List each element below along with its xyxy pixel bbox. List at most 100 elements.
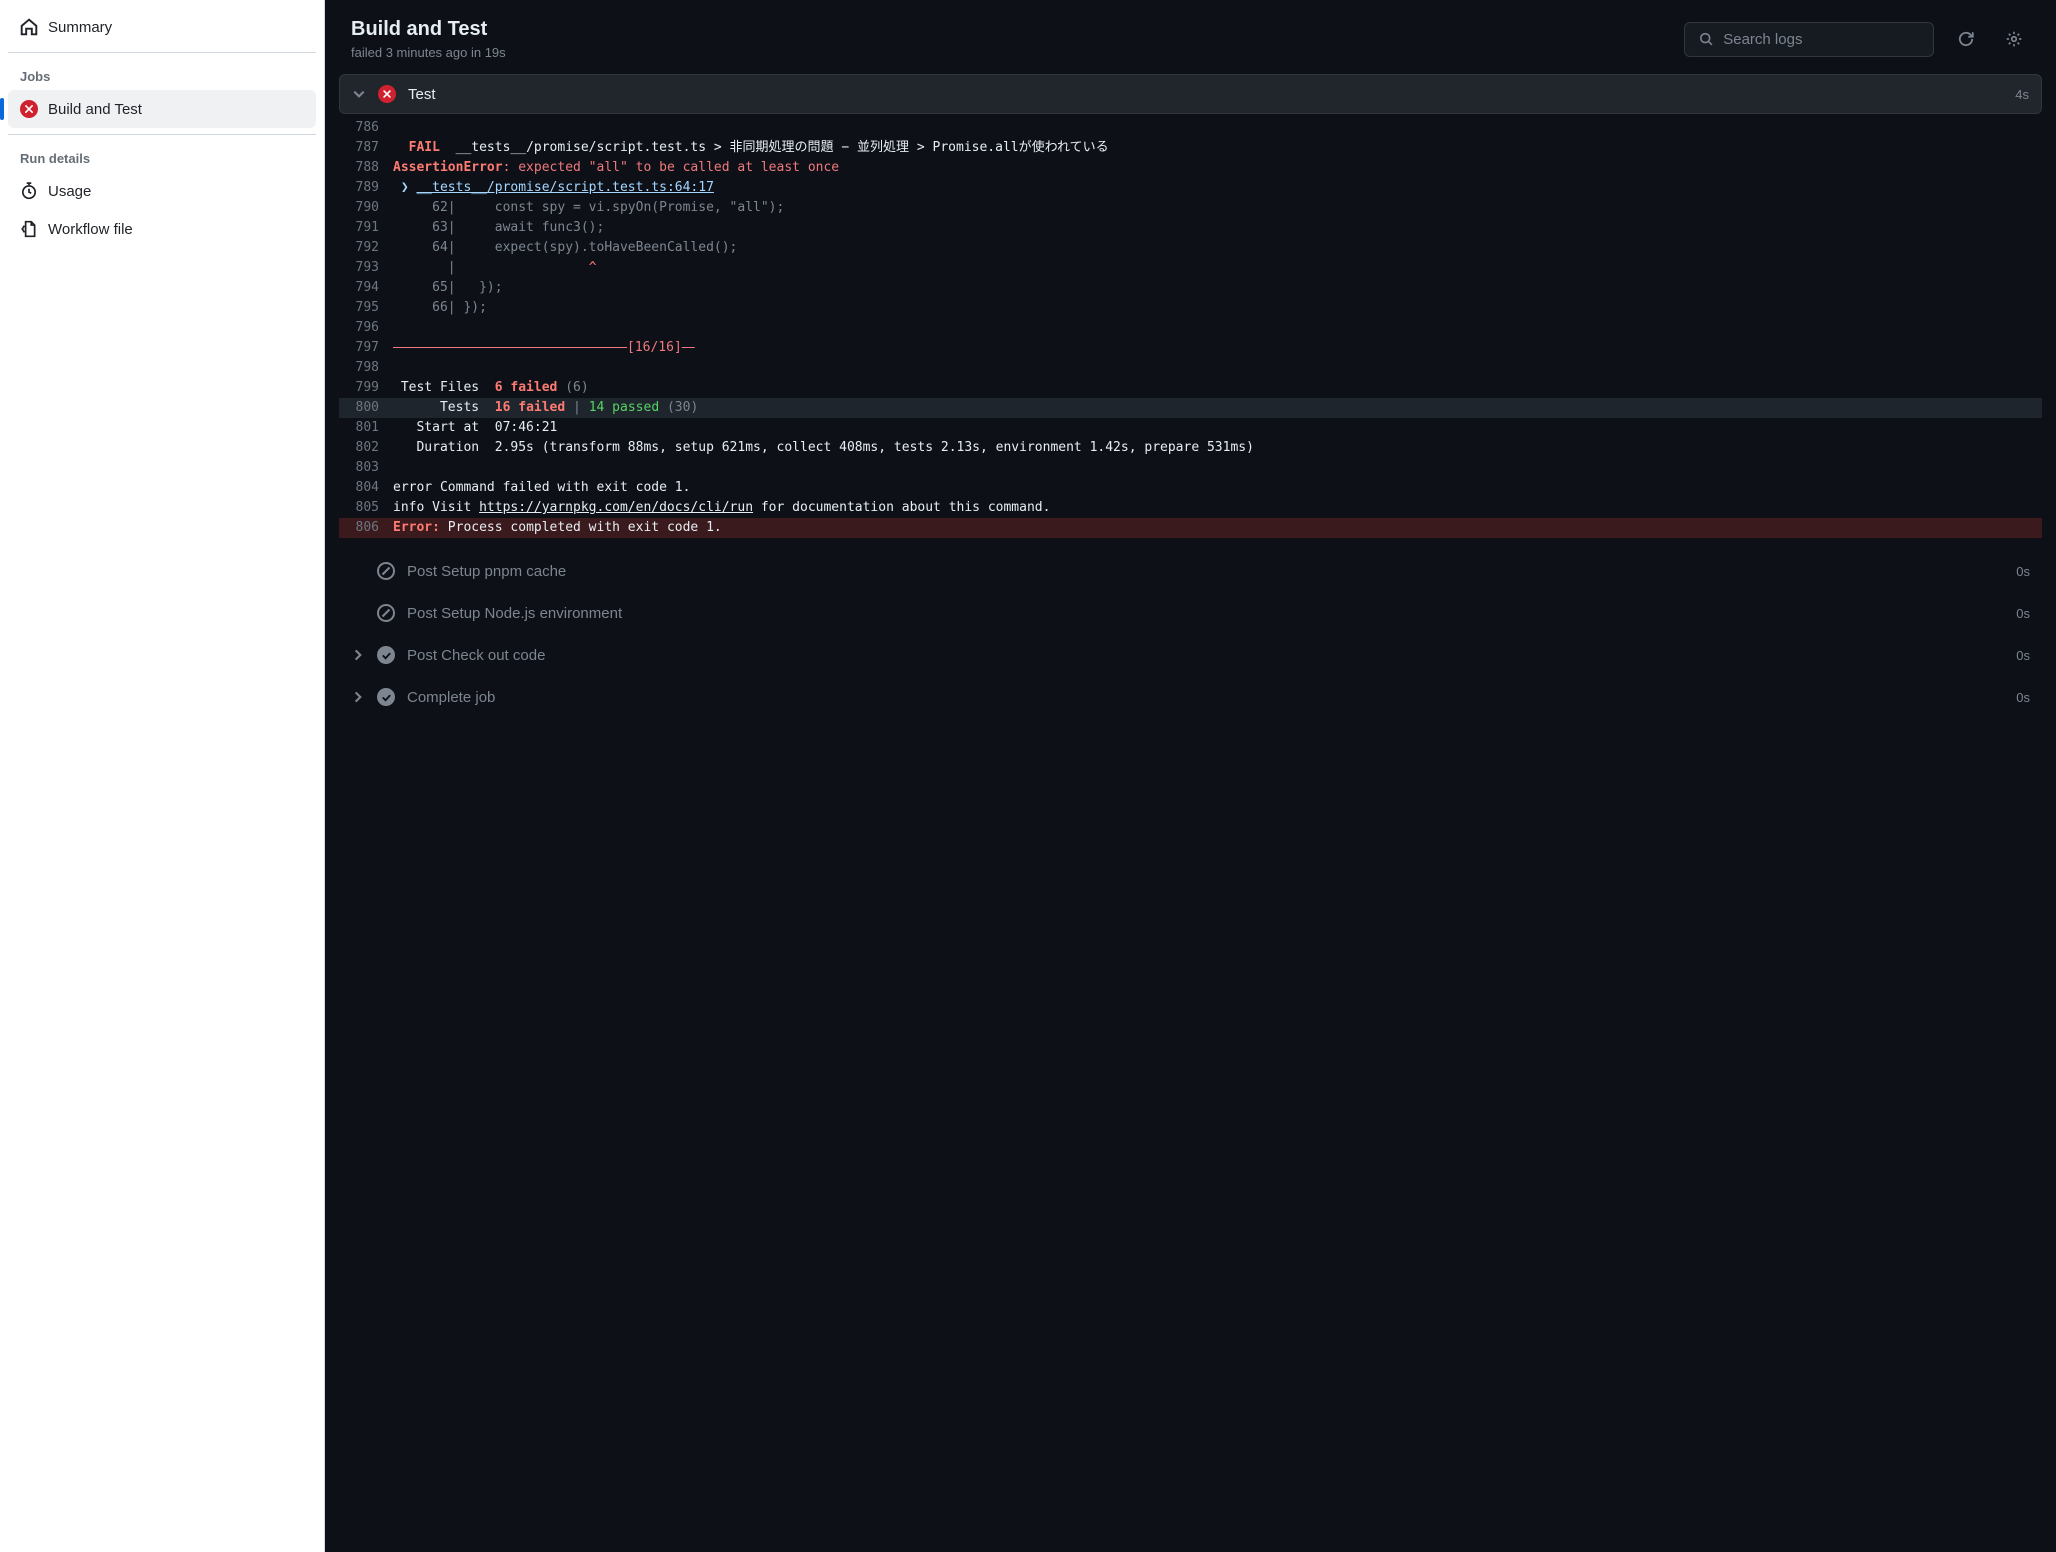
step-collapsed: Post Setup Node.js environment0s (339, 594, 2042, 632)
log-lines[interactable]: 786787 FAIL __tests__/promise/script.tes… (339, 114, 2042, 548)
log-content: FAIL __tests__/promise/script.test.ts > … (393, 138, 2042, 158)
log-content: 66| }); (393, 298, 2042, 318)
log-lineno: 790 (339, 198, 393, 218)
log-line[interactable]: 802 Duration 2.95s (transform 88ms, setu… (339, 438, 2042, 458)
log-content: error Command failed with exit code 1. (393, 478, 2042, 498)
jobs-heading: Jobs (8, 59, 316, 90)
log-body[interactable]: Test 4s 786787 FAIL __tests__/promise/sc… (325, 74, 2056, 1552)
log-lineno: 791 (339, 218, 393, 238)
step-header[interactable]: Complete job 0s (339, 678, 2042, 716)
log-content: 62| const spy = vi.spyOn(Promise, "all")… (393, 198, 2042, 218)
log-line[interactable]: 804error Command failed with exit code 1… (339, 478, 2042, 498)
log-line[interactable]: 797⎯⎯⎯⎯⎯⎯⎯⎯⎯⎯⎯⎯⎯⎯⎯⎯⎯⎯⎯⎯⎯⎯⎯⎯⎯⎯⎯⎯⎯⎯⎯⎯⎯⎯⎯⎯[… (339, 338, 2042, 358)
chevron-right-icon (351, 648, 365, 662)
summary-label: Summary (48, 19, 112, 36)
workflow-file-icon (20, 220, 38, 238)
log-content: info Visit https://yarnpkg.com/en/docs/c… (393, 498, 2042, 518)
divider (8, 52, 316, 53)
log-line[interactable]: 799 Test Files 6 failed (6) (339, 378, 2042, 398)
log-content: AssertionError: expected "all" to be cal… (393, 158, 2042, 178)
log-line[interactable]: 790 62| const spy = vi.spyOn(Promise, "a… (339, 198, 2042, 218)
step-title: Post Setup pnpm cache (407, 563, 2004, 580)
search-icon (1699, 31, 1713, 47)
log-line[interactable]: 798 (339, 358, 2042, 378)
log-content (393, 358, 2042, 378)
gear-icon (2005, 30, 2023, 48)
job-label: Build and Test (48, 101, 142, 118)
log-line[interactable]: 786 (339, 118, 2042, 138)
step-title: Post Check out code (407, 647, 2004, 664)
log-lineno: 786 (339, 118, 393, 138)
settings-button[interactable] (1998, 23, 2030, 55)
step-test: Test 4s 786787 FAIL __tests__/promise/sc… (339, 74, 2042, 548)
divider (8, 134, 316, 135)
home-icon (20, 18, 38, 36)
log-content: 64| expect(spy).toHaveBeenCalled(); (393, 238, 2042, 258)
log-content: 63| await func3(); (393, 218, 2042, 238)
log-line[interactable]: 800 Tests 16 failed | 14 passed (30) (339, 398, 2042, 418)
log-line[interactable]: 794 65| }); (339, 278, 2042, 298)
log-lineno: 788 (339, 158, 393, 178)
usage-label: Usage (48, 183, 91, 200)
log-lineno: 804 (339, 478, 393, 498)
log-content: Error: Process completed with exit code … (393, 518, 2042, 538)
log-lineno: 799 (339, 378, 393, 398)
sidebar-item-workflow-file[interactable]: Workflow file (8, 210, 316, 248)
log-content: ❯ __tests__/promise/script.test.ts:64:17 (393, 178, 2042, 198)
step-title: Complete job (407, 689, 2004, 706)
log-lineno: 797 (339, 338, 393, 358)
log-line[interactable]: 792 64| expect(spy).toHaveBeenCalled(); (339, 238, 2042, 258)
sidebar-item-summary[interactable]: Summary (8, 8, 316, 46)
log-lineno: 800 (339, 398, 393, 418)
log-line[interactable]: 788AssertionError: expected "all" to be … (339, 158, 2042, 178)
fail-icon (378, 85, 396, 103)
log-line[interactable]: 789 ❯ __tests__/promise/script.test.ts:6… (339, 178, 2042, 198)
log-line[interactable]: 801 Start at 07:46:21 (339, 418, 2042, 438)
step-collapsed: Complete job 0s (339, 678, 2042, 716)
sidebar-item-usage[interactable]: Usage (8, 172, 316, 210)
log-line[interactable]: 796 (339, 318, 2042, 338)
step-header-test[interactable]: Test 4s (339, 74, 2042, 114)
log-line[interactable]: 787 FAIL __tests__/promise/script.test.t… (339, 138, 2042, 158)
log-lineno: 801 (339, 418, 393, 438)
check-icon (377, 688, 395, 706)
check-icon (377, 646, 395, 664)
log-content: | ^ (393, 258, 2042, 278)
step-duration: 0s (2016, 648, 2030, 663)
workflow-file-label: Workflow file (48, 221, 133, 238)
log-lineno: 792 (339, 238, 393, 258)
skip-icon (377, 604, 395, 622)
step-title: Post Setup Node.js environment (407, 605, 2004, 622)
chevron-down-icon (352, 87, 366, 101)
page-title: Build and Test (351, 18, 1668, 41)
step-duration: 4s (2015, 87, 2029, 102)
log-line[interactable]: 803 (339, 458, 2042, 478)
log-line[interactable]: 806Error: Process completed with exit co… (339, 518, 2042, 538)
log-lineno: 803 (339, 458, 393, 478)
log-line[interactable]: 805info Visit https://yarnpkg.com/en/doc… (339, 498, 2042, 518)
log-lineno: 796 (339, 318, 393, 338)
log-lineno: 802 (339, 438, 393, 458)
stopwatch-icon (20, 182, 38, 200)
step-header[interactable]: Post Setup pnpm cache 0s (339, 552, 2042, 590)
search-input[interactable] (1723, 31, 1919, 48)
step-duration: 0s (2016, 564, 2030, 579)
log-line[interactable]: 793 | ^ (339, 258, 2042, 278)
log-line[interactable]: 795 66| }); (339, 298, 2042, 318)
step-header[interactable]: Post Check out code 0s (339, 636, 2042, 674)
log-content (393, 458, 2042, 478)
refresh-button[interactable] (1950, 23, 1982, 55)
main-panel: Build and Test failed 3 minutes ago in 1… (325, 0, 2056, 1552)
skip-icon (377, 562, 395, 580)
step-duration: 0s (2016, 690, 2030, 705)
chevron-right-icon (351, 690, 365, 704)
sidebar-item-job-build-test[interactable]: Build and Test (8, 90, 316, 128)
log-content: ⎯⎯⎯⎯⎯⎯⎯⎯⎯⎯⎯⎯⎯⎯⎯⎯⎯⎯⎯⎯⎯⎯⎯⎯⎯⎯⎯⎯⎯⎯⎯⎯⎯⎯⎯⎯[16/… (393, 338, 2042, 358)
log-line[interactable]: 791 63| await func3(); (339, 218, 2042, 238)
step-header[interactable]: Post Setup Node.js environment0s (339, 594, 2042, 632)
run-details-heading: Run details (8, 141, 316, 172)
search-logs-box[interactable] (1684, 22, 1934, 57)
log-content: 65| }); (393, 278, 2042, 298)
fail-icon (20, 100, 38, 118)
log-content: Tests 16 failed | 14 passed (30) (393, 398, 2042, 418)
